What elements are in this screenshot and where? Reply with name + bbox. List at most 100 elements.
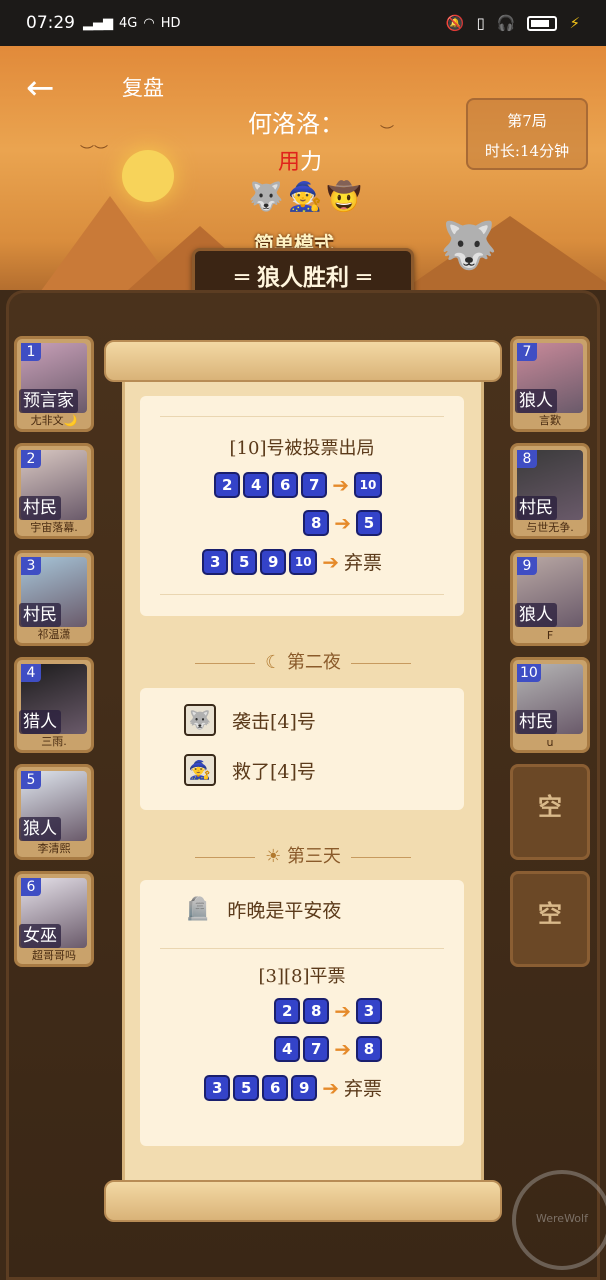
seat-chip: 7 — [303, 1036, 330, 1062]
target-seat-chip: 10 — [354, 472, 382, 498]
arrow-right-icon: ➔ — [322, 1075, 339, 1100]
target-seat-chip: 5 — [356, 510, 382, 536]
player-nickname: 言歎 — [539, 414, 561, 427]
scroll-top-roll — [104, 340, 502, 382]
ornament-line — [350, 856, 411, 858]
night2-events-panel: 🐺 袭击[4]号 🧙 救了[4]号 — [140, 688, 464, 810]
vote-row: 2 8 ➔ 3 — [274, 998, 382, 1024]
moon-icon: ☾ — [265, 652, 282, 673]
status-bar: 07:29 ▂▄▆ 4G ◠ HD 🔕 ▯ 🎧 ⚡ — [0, 0, 606, 46]
seat-chip: 10 — [289, 548, 318, 575]
target-seat-chip: 3 — [356, 998, 382, 1024]
player-nickname: F — [546, 629, 554, 642]
bird-icon: ︶ — [380, 125, 394, 141]
seat-chip: 5 — [231, 548, 258, 575]
charging-icon: ⚡ — [569, 14, 580, 32]
event-text: 袭击[4]号 — [232, 710, 316, 733]
player-nickname: 三雨. — [41, 735, 67, 748]
player-nickname: 李清熙 — [37, 842, 71, 855]
seat-chip: 8 — [303, 510, 330, 536]
arrow-left-icon: ← — [26, 68, 55, 108]
abstain-label: 弃票 — [343, 1078, 382, 1100]
player-card[interactable]: 4 猎人 三雨. — [14, 657, 94, 753]
back-button[interactable]: ← — [26, 68, 66, 108]
seat-chip: 5 — [233, 1074, 260, 1101]
player-card[interactable]: 10 村民 u — [510, 657, 590, 753]
role-label: 狼人 — [515, 603, 557, 627]
event-row: 🪦 昨晚是平安夜 — [184, 896, 341, 923]
arrow-right-icon: ➔ — [334, 999, 351, 1023]
vote-row: 3 5 6 9 ➔ 弃票 — [204, 1074, 382, 1101]
role-label: 村民 — [515, 496, 557, 520]
werewolf-logo-watermark: WereWolf — [512, 1170, 606, 1270]
divider — [160, 416, 444, 417]
wifi-label: HD — [160, 15, 181, 31]
night2-title: 第二夜 — [286, 652, 341, 673]
player-card[interactable]: 7 狼人 言歎 — [510, 336, 590, 432]
role-label: 狼人 — [19, 817, 61, 841]
vote-result-heading: [10]号被投票出局 — [229, 438, 375, 459]
seat-chip: 3 — [204, 1074, 231, 1101]
night2-title-row: ☾ 第二夜 — [122, 648, 484, 674]
elder-character-icon: 🧙 — [287, 180, 323, 213]
vote-row: 8 ➔ 5 — [303, 510, 382, 536]
seat-chip: 9 — [260, 548, 287, 575]
day3-title: 第三天 — [286, 846, 341, 867]
seat-number: 7 — [517, 343, 537, 361]
hunter-character-icon: 🤠 — [326, 180, 362, 213]
wifi-icon: ◠ — [143, 15, 155, 31]
arrow-right-icon: ➔ — [334, 1037, 351, 1061]
event-text: 救了[4]号 — [232, 760, 316, 783]
player-card[interactable]: 9 狼人 F — [510, 550, 590, 646]
tie-vote-heading: [3][8]平票 — [258, 966, 346, 987]
bird-icon: ︶︶ — [80, 145, 108, 161]
day3-title-row: ☀ 第三天 — [122, 842, 484, 868]
seat-number: 9 — [517, 557, 537, 575]
game-duration: 时长:14分钟 — [484, 142, 570, 160]
seat-chip: 2 — [274, 998, 301, 1024]
peaceful-night-text: 昨晚是平安夜 — [227, 900, 342, 922]
player-nickname: 超哥哥吗 — [32, 949, 76, 962]
vote-row: 3 5 9 10 ➔ 弃票 — [202, 548, 382, 575]
seat-chip: 4 — [274, 1036, 301, 1062]
player-card[interactable]: 2 村民 宇宙落幕. — [14, 443, 94, 539]
player-card[interactable]: 8 村民 与世无争. — [510, 443, 590, 539]
seat-chip: 3 — [202, 548, 229, 575]
seat-number: 10 — [517, 664, 541, 682]
round-info-box: 第7局 时长:14分钟 — [466, 98, 588, 170]
player-card[interactable]: 1 预言家 尢非文🌙 — [14, 336, 94, 432]
empty-seat-card[interactable]: 空 — [510, 764, 590, 860]
seat-number: 1 — [21, 343, 41, 361]
event-row: 🐺 袭击[4]号 — [184, 704, 316, 736]
role-label: 村民 — [19, 496, 61, 520]
headphone-icon: 🎧 — [496, 14, 516, 32]
round-number: 第7局 — [507, 112, 547, 130]
page-title: 复盘 — [122, 76, 164, 100]
player-nickname: 尢非文🌙 — [30, 414, 78, 427]
player-card[interactable]: 5 狼人 李清熙 — [14, 764, 94, 860]
wolf-silhouette-icon: 🐺 — [440, 218, 498, 272]
arrow-right-icon: ➔ — [334, 511, 351, 535]
clock: 07:29 — [26, 13, 75, 33]
empty-seat-label: 空 — [538, 900, 562, 928]
seat-number: 4 — [21, 664, 41, 682]
network-type: 4G — [119, 15, 138, 31]
mute-icon: 🔕 — [445, 14, 465, 32]
battery-icon — [527, 15, 558, 31]
target-seat-chip: 8 — [356, 1036, 382, 1062]
seat-number: 2 — [21, 450, 41, 468]
cellular-signal-icon: ▂▄▆ — [83, 15, 113, 31]
divider — [160, 948, 444, 949]
seat-chip: 6 — [262, 1074, 289, 1101]
seat-number: 6 — [21, 878, 41, 896]
player-card[interactable]: 6 女巫 超哥哥吗 — [14, 871, 94, 967]
divider — [160, 594, 444, 595]
player-card[interactable]: 3 村民 祁温潇 — [14, 550, 94, 646]
characters-illustration: 🐺 🧙 🤠 — [240, 180, 370, 230]
player-nickname: 祁温潇 — [37, 628, 71, 641]
role-label: 猎人 — [19, 710, 61, 734]
seat-chip: 4 — [243, 472, 270, 498]
empty-seat-card[interactable]: 空 — [510, 871, 590, 967]
player-nickname: u — [546, 736, 554, 749]
day3-panel: 🪦 昨晚是平安夜 [3][8]平票 2 8 ➔ 3 4 7 ➔ 8 3 5 6 9 ➔ 弃票 — [140, 880, 464, 1146]
